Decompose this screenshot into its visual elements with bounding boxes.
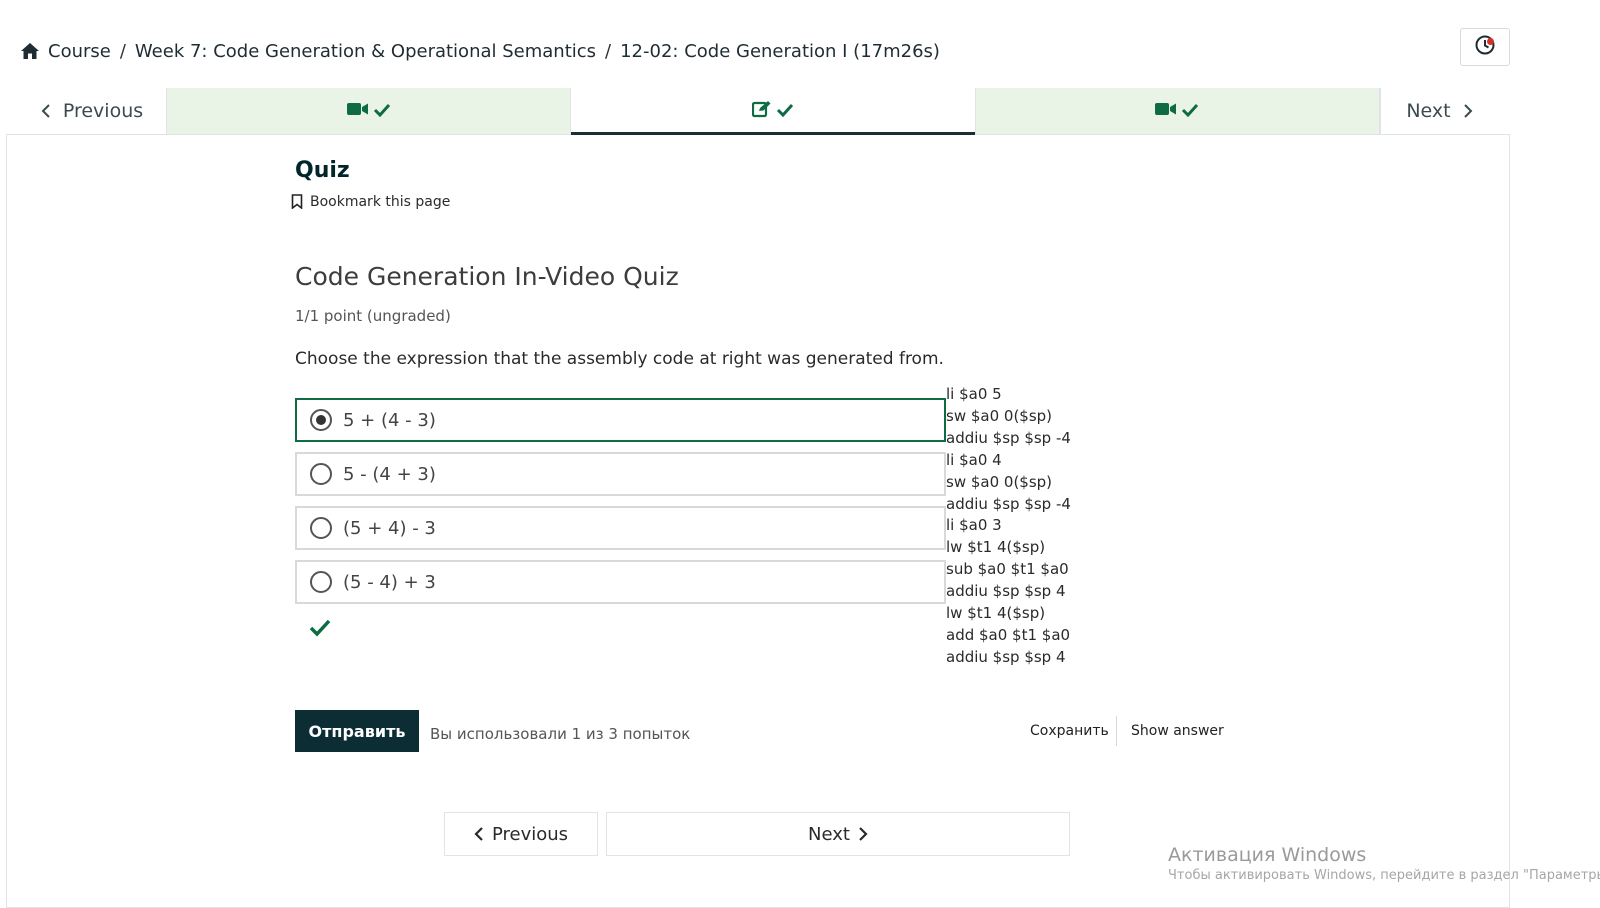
bottom-previous-label: Previous xyxy=(491,823,569,845)
edit-icon xyxy=(751,100,772,122)
windows-activation-subtitle: Чтобы активировать Windows, перейдите в … xyxy=(1168,868,1600,883)
problem-title: Code Generation In-Video Quiz xyxy=(295,262,679,291)
assembly-line: sw $a0 0($sp) xyxy=(946,472,1053,491)
correct-checkmark-icon xyxy=(309,618,331,638)
bookmark-button[interactable]: Bookmark this page xyxy=(291,194,450,210)
assembly-line: addiu $sp $sp 4 xyxy=(946,582,1066,601)
chevron-left-icon xyxy=(41,104,51,118)
assembly-line: lw $t1 4($sp) xyxy=(946,538,1046,557)
assembly-line: addiu $sp $sp 4 xyxy=(946,647,1066,666)
submit-button[interactable]: Отправить xyxy=(295,710,419,752)
option-label: (5 + 4) - 3 xyxy=(343,517,436,539)
answer-option-1[interactable]: 5 + (4 - 3) xyxy=(295,398,946,442)
breadcrumb-course[interactable]: Course xyxy=(48,41,111,62)
chevron-left-icon xyxy=(474,827,484,841)
sequence-next-button[interactable]: Next xyxy=(1379,88,1510,134)
assembly-code: li $a0 5 sw $a0 0($sp) addiu $sp $sp -4 … xyxy=(946,384,1071,669)
radio-button[interactable] xyxy=(310,571,332,593)
bottom-next-button[interactable]: Next xyxy=(606,812,1070,856)
problem-points: 1/1 point (ungraded) xyxy=(295,307,451,325)
option-label: (5 - 4) + 3 xyxy=(343,571,436,593)
notification-dot xyxy=(1487,38,1494,45)
checkmark-icon xyxy=(1181,102,1199,121)
show-answer-button[interactable]: Show answer xyxy=(1131,723,1224,739)
assembly-line: li $a0 3 xyxy=(946,516,1002,535)
history-button[interactable] xyxy=(1460,28,1510,66)
chevron-right-icon xyxy=(1463,104,1473,118)
checkmark-icon xyxy=(373,102,391,121)
assembly-line: lw $t1 4($sp) xyxy=(946,604,1046,623)
chevron-right-icon xyxy=(858,827,868,841)
answer-options: 5 + (4 - 3) 5 - (4 + 3) (5 + 4) - 3 (5 -… xyxy=(295,398,946,614)
assembly-line: add $a0 $t1 $a0 xyxy=(946,625,1071,644)
breadcrumb: Course / Week 7: Code Generation & Opera… xyxy=(20,38,940,64)
checkmark-icon xyxy=(776,102,794,121)
save-button[interactable]: Сохранить xyxy=(1030,723,1109,739)
answer-option-2[interactable]: 5 - (4 + 3) xyxy=(295,452,946,496)
sequence-next-label: Next xyxy=(1406,100,1451,122)
video-icon xyxy=(1155,101,1177,121)
bottom-next-label: Next xyxy=(808,823,850,845)
windows-activation-title: Активация Windows xyxy=(1168,844,1367,866)
sequence-previous-label: Previous xyxy=(62,100,144,122)
option-label: 5 + (4 - 3) xyxy=(343,409,436,431)
assembly-line: li $a0 5 xyxy=(946,385,1002,403)
assembly-line: sub $a0 $t1 $a0 xyxy=(946,560,1069,579)
assembly-line: sw $a0 0($sp) xyxy=(946,406,1053,425)
action-divider xyxy=(1116,716,1117,746)
answer-option-4[interactable]: (5 - 4) + 3 xyxy=(295,560,946,604)
attempts-text: Вы использовали 1 из 3 попыток xyxy=(430,725,691,743)
radio-button-selected[interactable] xyxy=(310,409,332,431)
sequence-tab-video-2[interactable] xyxy=(975,88,1380,134)
video-icon xyxy=(346,101,369,121)
bottom-previous-button[interactable]: Previous xyxy=(444,812,598,856)
sequence-previous-button[interactable]: Previous xyxy=(6,88,167,134)
breadcrumb-separator: / xyxy=(119,40,126,62)
assembly-line: li $a0 4 xyxy=(946,450,1002,469)
sequence-navigation: Previous Next xyxy=(6,88,1510,135)
breadcrumb-separator: / xyxy=(605,40,612,62)
sequence-tab-problem[interactable] xyxy=(571,88,976,135)
problem-question: Choose the expression that the assembly … xyxy=(295,349,944,369)
bookmark-label: Bookmark this page xyxy=(310,194,451,210)
bookmark-icon xyxy=(291,194,305,210)
unit-title: Quiz xyxy=(295,158,350,183)
home-icon[interactable] xyxy=(20,42,40,60)
assembly-line: addiu $sp $sp -4 xyxy=(946,428,1071,447)
assembly-line: addiu $sp $sp -4 xyxy=(946,494,1071,513)
option-label: 5 - (4 + 3) xyxy=(343,463,436,485)
answer-option-3[interactable]: (5 + 4) - 3 xyxy=(295,506,946,550)
radio-button[interactable] xyxy=(310,517,332,539)
breadcrumb-unit: 12-02: Code Generation I (17m26s) xyxy=(620,40,940,62)
breadcrumb-week[interactable]: Week 7: Code Generation & Operational Se… xyxy=(135,41,596,62)
sequence-tab-video-1[interactable] xyxy=(167,88,572,134)
radio-button[interactable] xyxy=(310,463,332,485)
